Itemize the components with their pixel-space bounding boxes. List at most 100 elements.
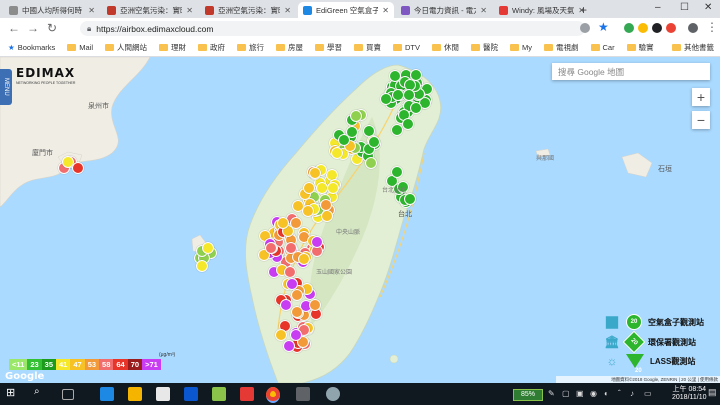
search-icon[interactable]: ⌕: [34, 386, 48, 400]
pen-icon[interactable]: ✎: [548, 389, 555, 398]
station-marker[interactable]: [326, 181, 339, 194]
maximize-icon[interactable]: ☐: [680, 2, 689, 13]
extension-red-icon[interactable]: [666, 23, 676, 33]
station-marker[interactable]: [275, 329, 288, 342]
bookmark-folder[interactable]: 電視劇: [544, 42, 579, 53]
bookmark-apps[interactable]: ★ Bookmarks: [8, 43, 55, 52]
app-icon[interactable]: [326, 387, 340, 401]
network-icon[interactable]: ▭: [644, 389, 652, 398]
bookmark-folder[interactable]: 驗實: [626, 42, 654, 53]
window-close-icon[interactable]: ✕: [704, 2, 712, 13]
station-marker[interactable]: [390, 124, 403, 137]
app-icon[interactable]: [212, 387, 226, 401]
bookmark-folder[interactable]: Car: [590, 43, 615, 52]
bookmark-other[interactable]: 其他書籤: [672, 42, 714, 53]
menu-kebab-icon[interactable]: ⋮: [706, 20, 718, 34]
station-marker[interactable]: [309, 166, 322, 179]
file-explorer-icon[interactable]: [128, 387, 142, 401]
bookmark-folder[interactable]: Mail: [67, 43, 93, 52]
address-bar[interactable]: 🔒︎ https://airbox.edimaxcloud.com: [80, 21, 585, 36]
system-clock[interactable]: 上午 08:54 2018/11/10: [672, 386, 707, 402]
close-icon[interactable]: ✕: [382, 6, 389, 15]
tab-2[interactable]: 亞洲空氣污染：實時 ✕: [102, 2, 198, 18]
station-marker[interactable]: [402, 88, 415, 101]
app-icon[interactable]: [240, 387, 254, 401]
tray-icon[interactable]: ◐: [604, 389, 609, 398]
station-marker[interactable]: [319, 199, 332, 212]
tab-1[interactable]: 中國人均所得何時 ✕: [4, 2, 100, 18]
menu-toggle-button[interactable]: MENU: [0, 69, 12, 105]
zoom-out-button[interactable]: −: [692, 111, 710, 129]
task-view-icon[interactable]: [62, 389, 74, 400]
station-marker[interactable]: [284, 242, 297, 255]
station-marker[interactable]: [337, 134, 350, 147]
station-marker[interactable]: [315, 181, 328, 194]
extension-dark-icon[interactable]: [652, 23, 662, 33]
station-marker[interactable]: [290, 288, 303, 301]
bookmark-folder[interactable]: 醫院: [471, 42, 498, 53]
forward-icon[interactable]: →: [27, 21, 39, 35]
station-marker[interactable]: [196, 259, 209, 272]
tray-icon[interactable]: ▣: [576, 389, 584, 398]
tab-3[interactable]: 亞洲空氣污染：實時 ✕: [200, 2, 296, 18]
bookmark-folder[interactable]: 人間網站: [105, 42, 147, 53]
station-marker[interactable]: [410, 102, 423, 115]
bookmark-folder[interactable]: 學習: [315, 42, 342, 53]
windows-start-icon[interactable]: ⊞: [6, 386, 20, 400]
station-marker[interactable]: [308, 299, 321, 312]
tab-6[interactable]: Windy: 風場及天氣 ✕: [494, 2, 590, 18]
bookmark-folder[interactable]: 休閒: [432, 42, 459, 53]
bookmark-folder[interactable]: 理財: [159, 42, 186, 53]
station-marker[interactable]: [71, 161, 84, 174]
close-icon[interactable]: ✕: [88, 6, 95, 15]
chrome-icon[interactable]: [266, 387, 280, 403]
mail-icon[interactable]: [184, 387, 198, 401]
profile-icon[interactable]: [688, 23, 698, 33]
station-marker[interactable]: [389, 69, 402, 82]
chevron-up-icon[interactable]: ˆ: [618, 389, 621, 398]
station-marker[interactable]: [402, 117, 415, 130]
zoom-in-button[interactable]: +: [692, 88, 710, 106]
station-marker[interactable]: [285, 278, 298, 291]
edge-icon[interactable]: [100, 387, 114, 401]
tray-icon[interactable]: ◉: [590, 389, 597, 398]
battery-indicator[interactable]: 85%: [513, 389, 543, 401]
station-marker[interactable]: [321, 209, 334, 222]
close-icon[interactable]: ✕: [284, 6, 291, 15]
station-marker[interactable]: [367, 135, 380, 148]
station-marker[interactable]: [284, 265, 297, 278]
station-marker[interactable]: [279, 298, 292, 311]
map-copyright[interactable]: 地圖資料©2018 Google, ZENRIN | 20 公里 | 使用條款: [556, 376, 720, 383]
station-marker[interactable]: [201, 242, 214, 255]
store-icon[interactable]: [156, 387, 170, 401]
volume-icon[interactable]: ♪: [630, 389, 634, 398]
station-marker[interactable]: [380, 92, 393, 105]
notification-icon[interactable]: ▤: [708, 387, 717, 398]
close-icon[interactable]: ✕: [186, 6, 193, 15]
bookmark-folder[interactable]: My: [510, 43, 532, 52]
back-icon[interactable]: ←: [8, 21, 20, 35]
station-marker[interactable]: [391, 165, 404, 178]
bookmark-folder[interactable]: 旅行: [237, 42, 264, 53]
new-tab-icon[interactable]: +: [580, 3, 587, 17]
station-marker[interactable]: [303, 181, 316, 194]
bookmark-folder[interactable]: DTV: [393, 43, 420, 52]
extension-yellow-icon[interactable]: [638, 23, 648, 33]
bookmark-folder[interactable]: 買賣: [354, 42, 381, 53]
tray-icon[interactable]: ▢: [562, 389, 570, 398]
station-marker[interactable]: [403, 192, 416, 205]
close-icon[interactable]: ✕: [480, 6, 487, 15]
bookmark-star-icon[interactable]: ★: [598, 20, 609, 34]
minimize-icon[interactable]: –: [655, 2, 661, 13]
map-search-input[interactable]: 搜尋 Google 地圖: [552, 63, 710, 80]
app-icon[interactable]: [296, 387, 310, 401]
bookmark-folder[interactable]: 房屋: [276, 42, 303, 53]
station-marker[interactable]: [301, 204, 314, 217]
station-marker[interactable]: [277, 216, 290, 229]
reload-icon[interactable]: ↻: [47, 21, 57, 35]
air-quality-map[interactable]: 泉州市 廈門市 台北 台北盆地 與那國 石垣 玉山國家公園 中央山脈 ⬛︎ 20…: [0, 57, 720, 383]
station-marker[interactable]: [330, 146, 343, 159]
tab-4-active[interactable]: EdiGreen 空氣盒子 ✕: [298, 2, 394, 18]
tab-5[interactable]: 今日電力資訊 - 電力 ✕: [396, 2, 492, 18]
bookmark-folder[interactable]: 政府: [198, 42, 225, 53]
